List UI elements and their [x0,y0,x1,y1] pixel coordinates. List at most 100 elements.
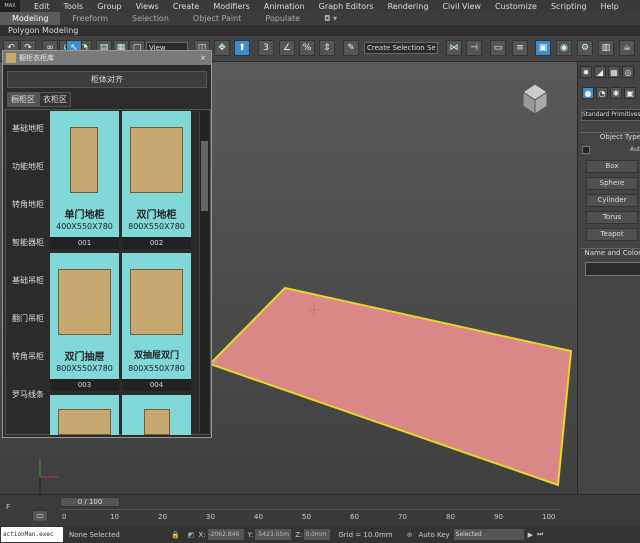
primitive-type-select[interactable]: Standard Primitives [581,109,640,121]
maxscript-listener-input[interactable]: actionMan.exec [1,527,63,542]
align-cabinet-button[interactable]: 柜体对齐 [7,71,207,88]
menu-tools[interactable]: Tools [64,2,84,11]
tab-freeform[interactable]: Freeform [60,12,120,25]
panel-title[interactable]: 橱柜衣柜库 × [3,51,211,65]
app-logo[interactable]: MAX [0,0,20,12]
tab-object-paint[interactable]: Object Paint [181,12,253,25]
category-corner-wall-cabinet[interactable]: 转角吊柜 [8,351,48,362]
geometry-icon[interactable]: ● [582,87,594,99]
hierarchy-tab-icon[interactable]: ▦ [608,66,620,78]
named-selection-input[interactable]: Create Selection Se [364,42,438,54]
next-frame-icon[interactable]: ⏭ [537,530,543,539]
plane-object [208,286,573,487]
menu-graph-editors[interactable]: Graph Editors [319,2,374,11]
z-coordinate-field[interactable]: 0.0mm [304,529,331,540]
mini-listener-icon[interactable]: ▭ [32,510,48,522]
create-tab-icon[interactable]: ✹ [580,66,592,78]
percent-snap-icon[interactable]: % [299,40,315,56]
curve-editor-icon[interactable]: ≡ [512,40,528,56]
shapes-icon[interactable]: ◔ [596,87,608,99]
modify-tab-icon[interactable]: ◢ [594,66,606,78]
cabinet-list-scrollbar[interactable] [199,111,209,433]
render-frame-icon[interactable]: ▥ [598,40,614,56]
add-time-tag-icon[interactable]: ⊕ [407,531,413,539]
time-slider[interactable]: 0 / 100 [60,497,120,507]
timeline-tick-label: 0 [62,513,67,521]
align-icon[interactable]: ⊣ [466,40,482,56]
close-icon[interactable]: × [200,51,206,65]
menu-modifiers[interactable]: Modifiers [213,2,250,11]
select-manipulate-icon[interactable]: ⬆ [234,40,250,56]
menu-scripting[interactable]: Scripting [551,2,587,11]
isolate-icon[interactable]: ◩ [188,531,195,539]
object-name-input[interactable] [585,262,640,276]
menu-civil-view[interactable]: Civil View [442,2,481,11]
spinner-snap-icon[interactable]: ⇕ [319,40,335,56]
cabinet-item-005[interactable] [50,395,119,435]
menu-group[interactable]: Group [97,2,121,11]
scrollbar-thumb[interactable] [201,141,208,211]
box-button[interactable]: Box [586,160,638,173]
play-icon[interactable]: ▶ [528,531,533,539]
render-setup-icon[interactable]: ⚙ [577,40,593,56]
schematic-icon[interactable]: ▣ [535,40,551,56]
material-editor-icon[interactable]: ◉ [556,40,572,56]
grid-size-label: Grid = 10.0mm [338,530,393,539]
torus-button[interactable]: Torus [586,211,638,224]
cabinet-item-004[interactable]: 双抽屉双门 800X550X780 004 [122,253,191,391]
category-base-cabinet[interactable]: 基础地柜 [8,123,48,134]
category-appliance-cabinet[interactable]: 智能器柜 [8,237,48,248]
cylinder-button[interactable]: Cylinder [586,194,638,207]
autogrid-checkbox[interactable] [582,146,590,154]
edit-named-sel-icon[interactable]: ✎ [343,40,359,56]
world-axis-gizmo [39,460,58,478]
category-roman-trim[interactable]: 罗马线条 [8,389,48,400]
timeline-tick-label: 100 [542,513,556,521]
tab-kitchen-cabinet[interactable]: 橱柜区 [7,92,39,107]
layer-icon[interactable]: ▭ [490,40,506,56]
tab-populate[interactable]: Populate [253,12,312,25]
motion-tab-icon[interactable]: ◎ [622,66,634,78]
time-config-icon[interactable]: F [6,503,10,511]
menu-help[interactable]: Help [601,2,619,11]
snaps-icon[interactable]: 3 [258,40,274,56]
cameras-icon[interactable]: ▣ [624,87,636,99]
x-coordinate-field[interactable]: -2062.846 [207,529,244,540]
ribbon-sub-label[interactable]: Polygon Modeling [0,25,640,36]
category-corner-cabinet[interactable]: 转角地柜 [8,199,48,210]
y-coordinate-field[interactable]: -5423.05m [255,529,292,540]
menu-customize[interactable]: Customize [495,2,537,11]
auto-key-button[interactable]: Auto Key [418,531,449,539]
menu-edit[interactable]: Edit [34,2,50,11]
object-type-rollout[interactable]: Object Type [581,132,640,142]
angle-snap-icon[interactable]: ∠ [279,40,295,56]
lock-icon[interactable]: 🔒 [171,531,180,539]
cabinet-thumbnail [130,127,183,193]
tab-wardrobe[interactable]: 衣柜区 [39,92,71,107]
move-icon[interactable]: ✥ [214,40,230,56]
menu-create[interactable]: Create [173,2,200,11]
autogrid-label: AutoGrid [630,146,640,153]
viewcube-icon [522,83,548,115]
mirror-icon[interactable]: ⋈ [446,40,462,56]
name-color-rollout[interactable]: Name and Color [581,248,640,258]
render-icon[interactable]: ☕ [619,40,635,56]
cabinet-item-003[interactable]: 双门抽屉 800X550X780 003 [50,253,119,391]
timeline-tick-label: 30 [206,513,215,521]
category-function-cabinet[interactable]: 功能地柜 [8,161,48,172]
lights-icon[interactable]: ✱ [610,87,622,99]
tab-selection[interactable]: Selection [120,12,181,25]
category-flip-wall-cabinet[interactable]: 翻门吊柜 [8,313,48,324]
cabinet-item-006[interactable] [122,395,191,435]
tab-modeling[interactable]: Modeling [0,12,61,25]
menu-animation[interactable]: Animation [264,2,305,11]
category-wall-cabinet[interactable]: 基础吊柜 [8,275,48,286]
key-filter-select[interactable]: Selected [453,529,524,540]
menu-views[interactable]: Views [136,2,159,11]
teapot-button[interactable]: Teapot [586,228,638,241]
ribbon-options-icon[interactable]: ◘ ▾ [312,12,349,25]
menu-rendering[interactable]: Rendering [388,2,429,11]
cabinet-item-002[interactable]: 双门地柜 800X550X780 002 [122,111,191,249]
sphere-button[interactable]: Sphere [586,177,638,190]
cabinet-item-001[interactable]: 单门地柜 400X550X780 001 [50,111,119,249]
